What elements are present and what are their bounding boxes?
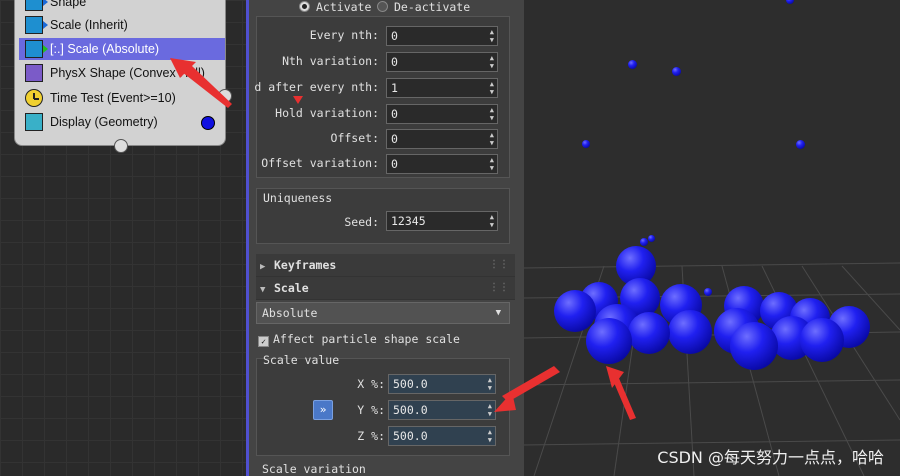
operator-physx-shape[interactable]: PhysX Shape (Convex Hull) bbox=[25, 62, 225, 84]
seed-spinner[interactable]: 12345 ▲ ▼ bbox=[386, 211, 498, 231]
spinner-arrows-icon: ▲ ▼ bbox=[489, 156, 494, 172]
particle bbox=[582, 140, 590, 148]
particle bbox=[554, 290, 596, 332]
deactivate-radio[interactable]: De-activate bbox=[377, 0, 470, 14]
operator-label: Shape bbox=[50, 0, 87, 9]
operator-scale-absolute[interactable]: [:.] Scale (Absolute) bbox=[19, 38, 225, 60]
hold-after-spinner[interactable]: 1 ▲ ▼ bbox=[386, 78, 498, 98]
spinner-arrows-icon: ▲ ▼ bbox=[487, 376, 492, 392]
offset-spinner[interactable]: 0 ▲ ▼ bbox=[386, 129, 498, 149]
annotation-marker-icon bbox=[293, 96, 303, 104]
y-scale-spinner[interactable]: 500.0 ▲ ▼ bbox=[388, 400, 496, 420]
link-xyz-button[interactable]: » bbox=[313, 400, 333, 420]
spinner-arrows-icon: ▲ ▼ bbox=[489, 80, 494, 96]
operator-scale-inherit[interactable]: Scale (Inherit) bbox=[25, 14, 225, 36]
clock-icon bbox=[25, 89, 43, 107]
chevron-down-icon: ▼ bbox=[495, 308, 501, 318]
grip-icon: ⋮⋮ bbox=[489, 259, 509, 270]
ground-grid bbox=[524, 262, 900, 476]
collapsed-arrow-icon: ▶ bbox=[260, 262, 266, 272]
x-scale-spinner[interactable]: 500.0 ▲ ▼ bbox=[388, 374, 496, 394]
offset-variation-spinner[interactable]: 0 ▲ ▼ bbox=[386, 154, 498, 174]
z-scale-label: Z %: bbox=[357, 429, 385, 443]
shape-icon bbox=[25, 0, 48, 11]
particle bbox=[648, 235, 655, 242]
watermark: CSDN @每天努力一点点，哈哈 bbox=[657, 448, 884, 467]
particle bbox=[628, 60, 637, 69]
uniqueness-title: Uniqueness bbox=[263, 191, 333, 205]
checkbox-checked-icon: ✓ bbox=[258, 336, 269, 347]
particle bbox=[704, 288, 712, 296]
spinner-arrows-icon: ▲ ▼ bbox=[489, 213, 494, 229]
scale-value-title: Scale value bbox=[263, 353, 340, 367]
operator-label: [:.] Scale (Absolute) bbox=[50, 42, 160, 56]
keyframes-rollout-header[interactable]: ▶ Keyframes ⋮⋮ bbox=[256, 254, 515, 277]
spinner-arrows-icon: ▲ ▼ bbox=[489, 106, 494, 122]
nth-variation-label: Nth variation: bbox=[282, 54, 379, 68]
viewport-3d[interactable]: CSDN @每天努力一点点，哈哈 bbox=[524, 0, 900, 476]
spinner-arrows-icon: ▲ ▼ bbox=[489, 131, 494, 147]
activate-radio[interactable]: Activate bbox=[299, 0, 371, 14]
operator-label: PhysX Shape (Convex Hull) bbox=[50, 66, 205, 80]
particle bbox=[586, 318, 632, 364]
operator-shape[interactable]: Shape bbox=[25, 0, 225, 13]
operator-label: Scale (Inherit) bbox=[50, 18, 128, 32]
spinner-arrows-icon: ▲ ▼ bbox=[487, 402, 492, 418]
particle bbox=[640, 238, 648, 246]
x-scale-label: X %: bbox=[357, 377, 385, 391]
event-node[interactable]: Shape Scale (Inherit) [:.] Scale (Absolu… bbox=[14, 0, 226, 146]
nth-variation-spinner[interactable]: 0 ▲ ▼ bbox=[386, 52, 498, 72]
uniqueness-group: Uniqueness Seed: 12345 ▲ ▼ bbox=[256, 188, 510, 244]
particle bbox=[730, 322, 778, 370]
grip-icon: ⋮⋮ bbox=[489, 282, 509, 293]
scale-icon bbox=[25, 16, 48, 34]
particle bbox=[668, 310, 712, 354]
scale-variation-title: Scale variation bbox=[262, 462, 366, 476]
particle bbox=[672, 67, 681, 76]
particle bbox=[628, 312, 670, 354]
parameters-panel: Activate De-activate Every nth: 0 ▲ ▼ Nth … bbox=[249, 0, 524, 476]
physx-shape-icon bbox=[25, 64, 43, 82]
scale-type-dropdown[interactable]: Absolute ▼ bbox=[256, 302, 510, 324]
seed-label: Seed: bbox=[344, 215, 379, 229]
expanded-arrow-icon: ▼ bbox=[260, 285, 266, 295]
hold-variation-label: Hold variation: bbox=[275, 106, 379, 120]
operator-label: Time Test (Event>=10) bbox=[50, 91, 176, 105]
hold-after-label: d after every nth: bbox=[254, 80, 379, 94]
scale-rollout-header[interactable]: ▼ Scale ⋮⋮ bbox=[256, 277, 515, 300]
display-icon bbox=[25, 113, 43, 131]
spinner-arrows-icon: ▲ ▼ bbox=[489, 28, 494, 44]
radio-icon bbox=[299, 1, 310, 12]
particle-view-canvas[interactable]: Shape Scale (Inherit) [:.] Scale (Absolu… bbox=[0, 0, 248, 476]
scale-icon bbox=[25, 40, 48, 58]
every-nth-spinner[interactable]: 0 ▲ ▼ bbox=[386, 26, 498, 46]
offset-label: Offset: bbox=[330, 131, 379, 145]
display-color-swatch[interactable] bbox=[201, 116, 215, 130]
spinner-arrows-icon: ▲ ▼ bbox=[489, 54, 494, 70]
every-nth-label: Every nth: bbox=[309, 28, 379, 42]
particle bbox=[800, 318, 844, 362]
y-scale-label: Y %: bbox=[357, 403, 385, 417]
input-port[interactable] bbox=[114, 139, 128, 153]
offset-variation-label: Offset variation: bbox=[261, 156, 379, 170]
spinner-arrows-icon: ▲ ▼ bbox=[487, 428, 492, 444]
output-port[interactable] bbox=[218, 89, 232, 103]
radio-icon bbox=[377, 1, 388, 12]
scale-value-group: Scale value X %: 500.0 ▲ ▼ » Y %: 500.0 ▲ ▼ … bbox=[256, 353, 510, 456]
affect-shape-scale-checkbox[interactable]: ✓ Affect particle shape scale bbox=[258, 332, 460, 347]
operator-time-test[interactable]: Time Test (Event>=10) bbox=[25, 87, 225, 109]
z-scale-spinner[interactable]: 500.0 ▲ ▼ bbox=[388, 426, 496, 446]
hold-variation-spinner[interactable]: 0 ▲ ▼ bbox=[386, 104, 498, 124]
operator-display[interactable]: Display (Geometry) bbox=[25, 111, 225, 133]
operator-label: Display (Geometry) bbox=[50, 115, 158, 129]
particle bbox=[796, 140, 805, 149]
